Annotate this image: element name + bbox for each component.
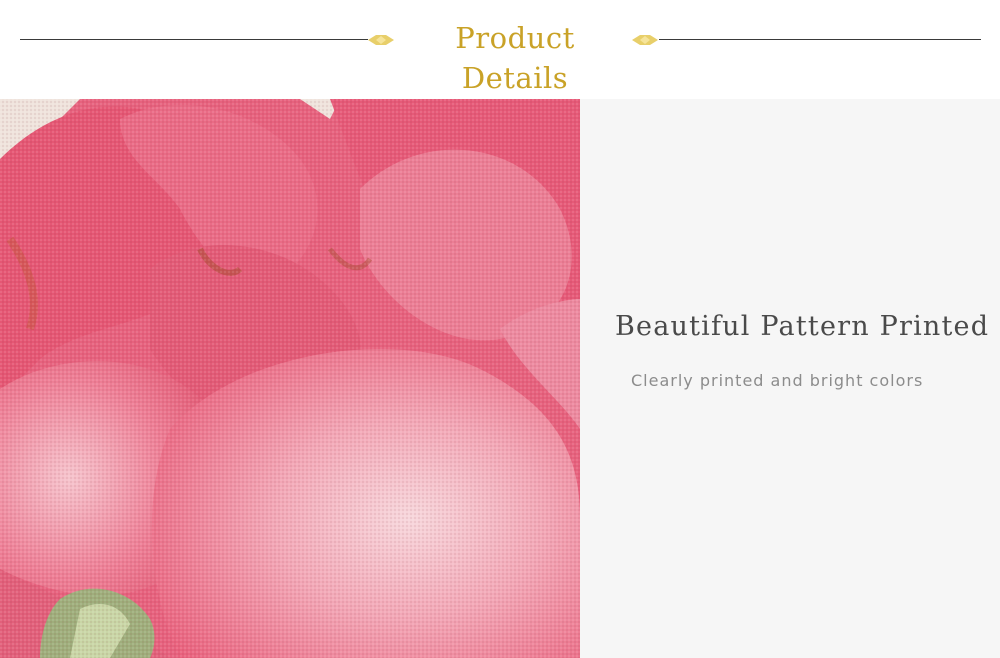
diamond-ornament-icon (632, 35, 658, 45)
feature-description: Clearly printed and bright colors (631, 371, 924, 390)
feature-heading: Beautiful Pattern Printed (615, 311, 990, 342)
header-divider-left (20, 39, 368, 40)
section-header: Product Details (0, 0, 1000, 99)
header-divider-right (659, 39, 981, 40)
feature-panel: Beautiful Pattern Printed Clearly printe… (580, 99, 1000, 658)
product-photo (0, 99, 580, 658)
page-title: Product Details (455, 21, 575, 95)
diamond-ornament-icon (368, 35, 394, 45)
